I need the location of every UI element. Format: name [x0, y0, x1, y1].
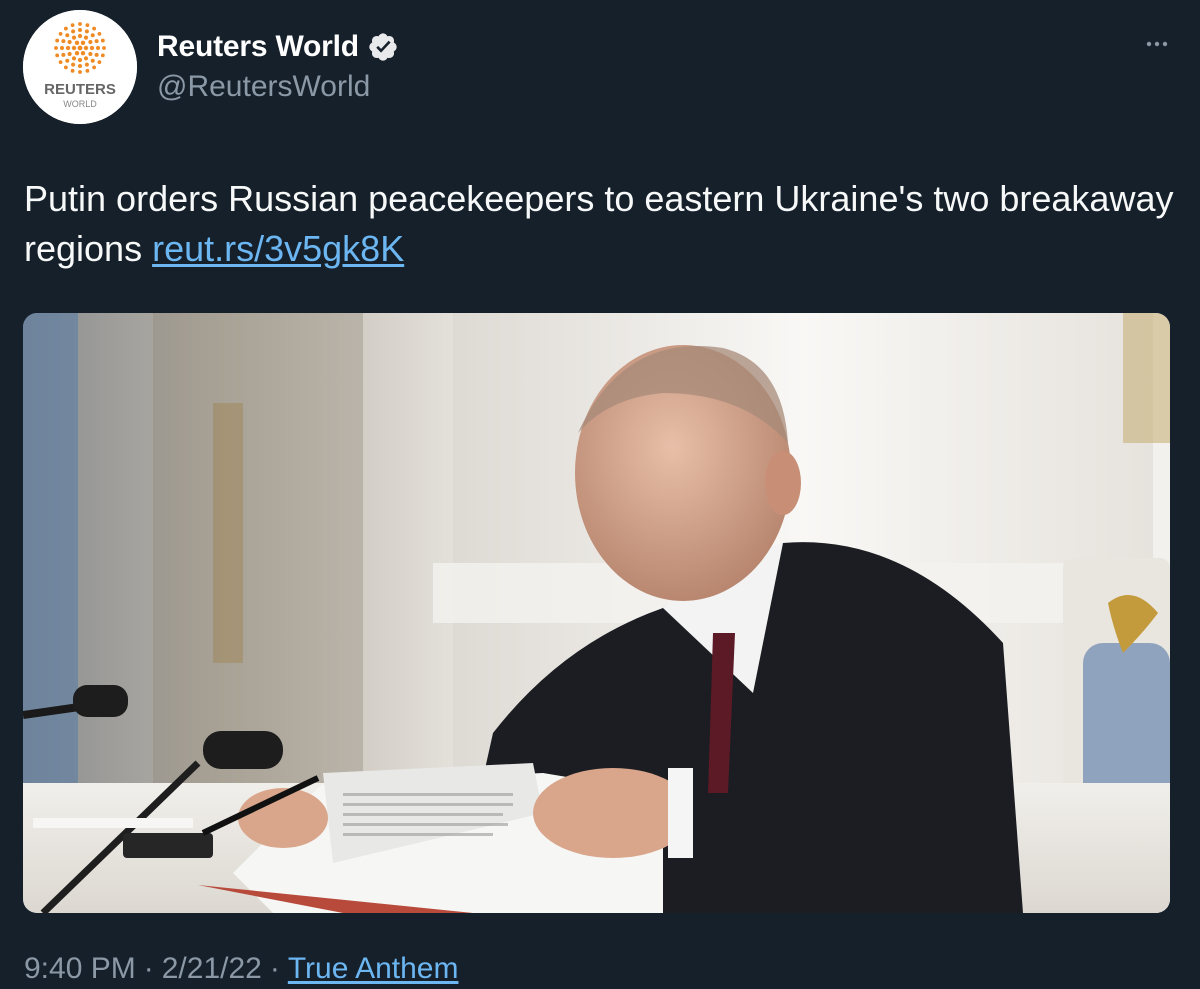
logo-dot [71, 56, 77, 61]
verified-badge-icon [367, 31, 399, 63]
meta-separator: · [143, 952, 154, 985]
avatar-sub-text: WORLD [63, 99, 97, 109]
logo-dot [55, 53, 60, 58]
logo-dot [77, 33, 83, 39]
logo-dot [89, 45, 95, 51]
tweet-photo[interactable] [23, 313, 1170, 913]
logo-dot [77, 45, 83, 51]
logo-dot [65, 45, 71, 51]
logo-dot [90, 33, 95, 38]
tweet-time[interactable]: 9:40 PM [24, 952, 136, 985]
logo-dot [71, 62, 76, 67]
logo-dot [88, 39, 93, 45]
logo-dot [94, 39, 99, 44]
logo-dot [71, 35, 77, 40]
logo-dot [102, 46, 106, 50]
logo-dot [96, 46, 100, 50]
logo-dot [78, 28, 82, 32]
logo-dot [83, 35, 89, 40]
tweet: REUTERS WORLD Reuters World @ReutersWorl… [0, 0, 1200, 989]
logo-dot [61, 39, 66, 44]
logo-dot [97, 60, 102, 65]
logo-dot [92, 26, 97, 31]
logo-dot [80, 40, 86, 45]
reuters-logo-icon: REUTERS WORLD [23, 10, 137, 124]
logo-dot [55, 38, 60, 43]
logo-dot [67, 51, 72, 57]
logo-dot [88, 51, 93, 57]
photo-image [23, 313, 1170, 913]
author-name-row: Reuters World [157, 30, 399, 64]
author-display-name[interactable]: Reuters World [157, 30, 359, 64]
logo-dot [63, 26, 68, 31]
logo-dot [83, 56, 89, 61]
logo-dot [97, 31, 102, 36]
avatar-brand-text: REUTERS [44, 81, 116, 98]
tweet-source-link[interactable]: True Anthem [288, 952, 459, 985]
logo-dot [61, 52, 66, 57]
logo-dot [84, 62, 89, 67]
logo-dot [58, 60, 63, 65]
logo-dot [85, 23, 90, 28]
logo-dot [83, 45, 89, 51]
logo-dot [100, 53, 105, 58]
tweet-meta: 9:40 PM · 2/21/22 · True Anthem [24, 952, 458, 986]
logo-dot [77, 57, 83, 63]
tweet-date[interactable]: 2/21/22 [162, 952, 262, 985]
tweet-link[interactable]: reut.rs/3v5gk8K [152, 228, 404, 269]
logo-dot [80, 51, 86, 56]
logo-dot [94, 52, 99, 57]
logo-dot [74, 51, 80, 56]
logo-dot [78, 64, 82, 68]
logo-dot [63, 65, 68, 70]
logo-dot [70, 23, 75, 28]
author-handle[interactable]: @ReutersWorld [157, 70, 370, 104]
logo-dot [90, 58, 95, 63]
logo-dot [65, 58, 70, 63]
avatar[interactable]: REUTERS WORLD [23, 10, 137, 124]
logo-dot [84, 29, 89, 34]
logo-dot [92, 65, 97, 70]
logo-dot [70, 68, 75, 73]
logo-dot [71, 29, 76, 34]
tweet-text: Putin orders Russian peacekeepers to eas… [24, 174, 1174, 274]
logo-dot [60, 46, 64, 50]
logo-dot [78, 70, 82, 74]
logo-dot [100, 38, 105, 43]
logo-dot [54, 46, 58, 50]
logo-dot [78, 22, 82, 26]
logo-dot [58, 31, 63, 36]
logo-dot [71, 45, 77, 51]
logo-dot [65, 33, 70, 38]
meta-separator: · [269, 952, 280, 985]
more-options-icon[interactable] [1144, 34, 1170, 54]
logo-dot [74, 40, 80, 45]
logo-dot [85, 68, 90, 73]
logo-dot [67, 39, 72, 45]
